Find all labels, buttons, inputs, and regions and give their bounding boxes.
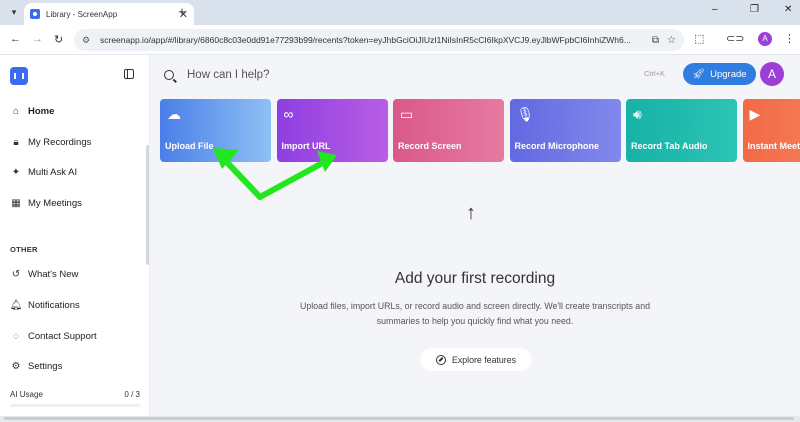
- ai-usage: AI Usage 0 / 3: [10, 390, 140, 399]
- ai-usage-value: 0 / 3: [124, 390, 140, 399]
- horizontal-scrollbar[interactable]: [4, 417, 794, 420]
- profile-avatar[interactable]: A: [758, 32, 772, 46]
- main-content: Ctrl+K 🚀︎ Upgrade A ☁Upload File∞Import …: [150, 55, 800, 416]
- empty-state-description: Upload files, import URLs, or record aud…: [300, 301, 650, 326]
- annotation-arrowhead-left: [213, 148, 239, 169]
- compass-icon: [435, 354, 446, 365]
- history-icon: ↺: [11, 268, 21, 280]
- sidebar-item-contact-support[interactable]: ◌ Contact Support: [10, 330, 97, 342]
- empty-state-title: Add your first recording: [394, 270, 556, 287]
- install-app-icon[interactable]: ⧉: [652, 35, 659, 46]
- sparkle-icon: ✦: [11, 166, 21, 178]
- link-icon[interactable]: ⊂⊃: [726, 32, 744, 45]
- browser-tab[interactable]: Library - ScreenApp ✕: [24, 3, 194, 25]
- back-icon[interactable]: ←: [10, 33, 21, 45]
- menu-dots-icon[interactable]: ⋮: [784, 32, 795, 45]
- sidebar-item-label: Contact Support: [28, 330, 97, 342]
- home-icon: ⌂: [12, 105, 20, 117]
- maximize-icon[interactable]: ❐: [750, 4, 759, 15]
- sidebar-item-label: Multi Ask AI: [28, 166, 78, 178]
- explore-features-button[interactable]: Explore features: [420, 348, 532, 371]
- sidebar-item-label: Notifications: [28, 299, 80, 311]
- tab-title: Library - ScreenApp: [46, 9, 118, 19]
- gear-icon: ⚙: [11, 360, 21, 372]
- explore-features-label: Explore features: [451, 354, 517, 365]
- ai-usage-label: AI Usage: [10, 390, 43, 399]
- address-bar[interactable]: ⚙ screenapp.io/app/#/library/6860c8c03e0…: [74, 29, 684, 51]
- sidebar-item-multi-ask-ai[interactable]: ✦ Multi Ask AI: [10, 166, 77, 178]
- sidebar-collapse-icon[interactable]: [124, 69, 134, 79]
- bell-icon: 🔔︎: [9, 299, 23, 311]
- tab-search-icon[interactable]: ▾: [8, 6, 20, 18]
- arrow-up-icon: ↑: [466, 202, 476, 224]
- site-info-icon[interactable]: ⚙: [82, 35, 94, 46]
- section-heading-other: OTHER: [10, 245, 38, 254]
- chat-icon: ◌: [13, 330, 19, 342]
- sidebar-item-my-meetings[interactable]: ▦ My Meetings: [10, 197, 82, 209]
- ai-usage-bar: [10, 404, 140, 407]
- sidebar-item-whats-new[interactable]: ↺ What's New: [10, 268, 79, 280]
- sidebar: ⌂ Home 🔒︎ My Recordings ✦ Multi Ask AI ▦…: [0, 55, 150, 416]
- lock-icon: 🔒︎: [13, 136, 19, 148]
- url-text: screenapp.io/app/#/library/6860c8c03e0dd…: [100, 35, 631, 45]
- sidebar-item-label: My Recordings: [28, 136, 92, 148]
- sidebar-scrollbar[interactable]: [146, 145, 149, 265]
- sidebar-item-label: Settings: [28, 360, 63, 372]
- sidebar-item-label: What's New: [28, 268, 79, 280]
- sidebar-item-home[interactable]: ⌂ Home: [10, 105, 54, 117]
- calendar-icon: ▦: [11, 197, 21, 209]
- annotation-arrow-path: [217, 152, 331, 200]
- new-tab-button[interactable]: +: [174, 4, 190, 19]
- bookmark-star-icon[interactable]: ☆: [667, 35, 676, 46]
- reload-icon[interactable]: ↻: [54, 33, 63, 46]
- minimize-icon[interactable]: –: [712, 4, 718, 15]
- browser-tab-bar: ▾ Library - ScreenApp ✕ + – ❐ ✕: [0, 0, 800, 25]
- window-close-icon[interactable]: ✕: [784, 4, 792, 15]
- sidebar-item-label: My Meetings: [28, 197, 82, 209]
- sidebar-item-settings[interactable]: ⚙ Settings: [10, 360, 63, 372]
- browser-toolbar: ← → ↻ ⚙ screenapp.io/app/#/library/6860c…: [0, 25, 800, 55]
- screenapp-favicon-icon: [30, 9, 40, 19]
- forward-icon[interactable]: →: [32, 33, 43, 45]
- screenapp-logo-icon[interactable]: [10, 67, 28, 85]
- sidebar-item-my-recordings[interactable]: 🔒︎ My Recordings: [10, 136, 91, 148]
- sidebar-item-notifications[interactable]: 🔔︎ Notifications: [10, 299, 80, 311]
- sidebar-item-label: Home: [28, 105, 55, 117]
- extensions-icon[interactable]: ⬚: [694, 32, 704, 45]
